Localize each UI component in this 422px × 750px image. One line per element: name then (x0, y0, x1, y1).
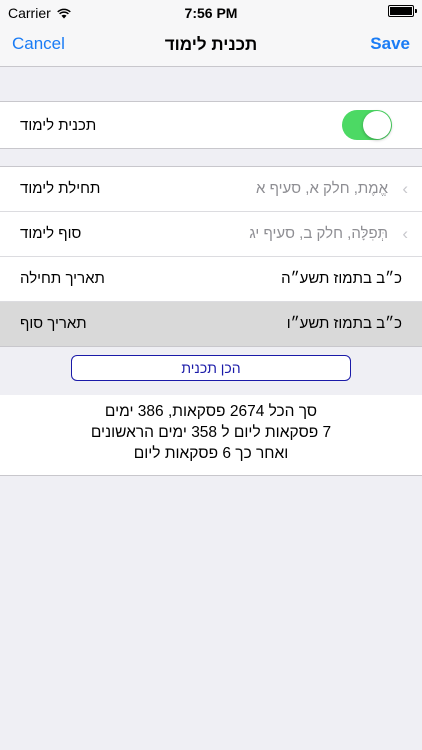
chevron-left-icon: ‹ (402, 179, 408, 198)
battery-icon (388, 5, 417, 17)
start-date-row[interactable]: תאריך תחילה כ״ב בתמוז תשע״ה (0, 257, 422, 302)
end-date-label: תאריך סוף (20, 315, 87, 332)
summary-line-2: 7 פסקאות ליום ל 358 ימים הראשונים (90, 424, 332, 441)
save-button[interactable]: Save (370, 34, 410, 54)
settings-section: תחילת לימוד אֱמֶת, חלק א, סעיף א ‹ סוף ל… (0, 166, 422, 347)
start-date-label: תאריך תחילה (20, 270, 105, 287)
toggle-row: תכנית לימוד (0, 102, 422, 148)
end-date-row[interactable]: תאריך סוף כ״ב בתמוז תשע״ו (0, 302, 422, 346)
status-time: 7:56 PM (184, 5, 238, 21)
toggle-label: תכנית לימוד (20, 117, 97, 134)
start-study-label: תחילת לימוד (20, 180, 101, 197)
start-study-row[interactable]: תחילת לימוד אֱמֶת, חלק א, סעיף א ‹ (0, 167, 422, 212)
toggle-knob (363, 111, 391, 139)
end-date-value: כ״ב בתמוז תשע״ו (286, 315, 402, 332)
status-right (388, 5, 417, 17)
plan-summary: סך הכל 2674 פסקאות, 386 ימים 7 פסקאות לי… (0, 395, 422, 476)
status-bar: Carrier 7:56 PM (0, 0, 422, 28)
start-date-value: כ״ב בתמוז תשע״ה (281, 270, 402, 287)
study-plan-toggle[interactable] (342, 110, 392, 140)
chevron-left-icon: ‹ (402, 224, 408, 243)
navigation-bar: Cancel תכנית לימוד Save (0, 28, 422, 67)
summary-line-1: סך הכל 2674 פסקאות, 386 ימים (104, 403, 318, 420)
page-title: תכנית לימוד (164, 35, 258, 54)
end-study-row[interactable]: סוף לימוד תְּפִלָּה, חלק ב, סעיף יג ‹ (0, 212, 422, 257)
summary-line-3: ואחר כך 6 פסקאות ליום (133, 445, 289, 462)
end-study-value: תְּפִלָּה, חלק ב, סעיף יג (249, 225, 388, 242)
toggle-section: תכנית לימוד (0, 101, 422, 149)
end-study-label: סוף לימוד (20, 225, 82, 242)
make-plan-button[interactable]: הכן תכנית (71, 355, 351, 381)
start-study-value: אֱמֶת, חלק א, סעיף א (256, 180, 388, 197)
